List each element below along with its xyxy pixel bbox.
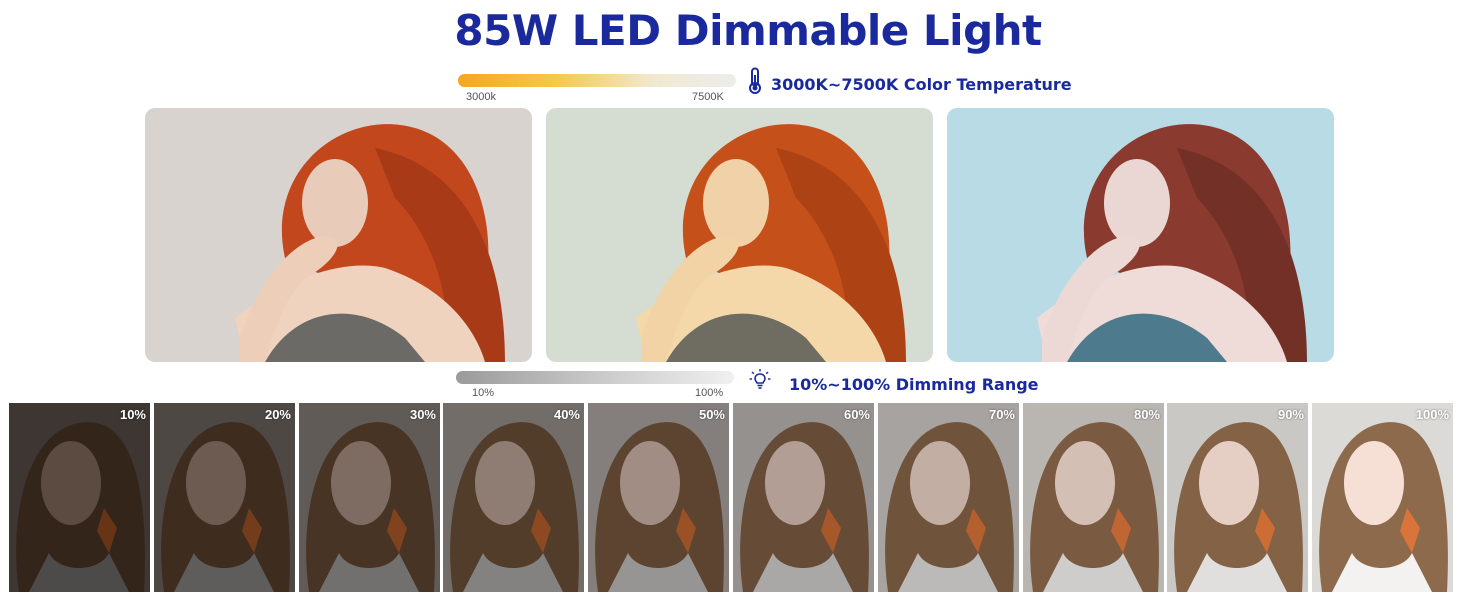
portrait-image-warm <box>145 108 532 362</box>
brightness-thumb-100pct: 100% <box>1312 403 1453 592</box>
brightness-label: 60% <box>843 407 870 422</box>
brightness-thumb-40pct: 40% <box>443 403 584 592</box>
brightness-label: 80% <box>1133 407 1160 422</box>
thermometer-icon <box>749 67 761 94</box>
lightbulb-icon <box>749 369 771 389</box>
dimming-max-label: 100% <box>695 387 724 399</box>
brightness-label: 20% <box>264 407 291 422</box>
brightness-thumb-60pct: 60% <box>733 403 874 592</box>
brightness-thumb-10pct: 10% <box>9 403 150 592</box>
portrait-panel-warm <box>145 108 532 362</box>
portrait-thumb-image <box>9 403 150 592</box>
brightness-thumb-80pct: 80% <box>1023 403 1164 592</box>
portrait-panel-cool <box>947 108 1334 362</box>
portrait-thumb-image <box>1023 403 1164 592</box>
portrait-thumb-image <box>878 403 1019 592</box>
portrait-thumb-image <box>588 403 729 592</box>
portrait-image-cool <box>947 108 1334 362</box>
brightness-thumb-70pct: 70% <box>878 403 1019 592</box>
color-temperature-label: 3000K~7500K Color Temperature <box>771 75 1072 94</box>
dimming-range-label: 10%~100% Dimming Range <box>789 375 1039 394</box>
portrait-panel-neutral <box>546 108 933 362</box>
brightness-label: 100% <box>1415 407 1449 422</box>
color-temperature-gradient-bar <box>458 74 736 87</box>
brightness-label: 30% <box>409 407 436 422</box>
dimming-min-label: 10% <box>472 387 495 399</box>
portrait-thumb-image <box>299 403 440 592</box>
temperature-min-label: 3000k <box>466 91 496 103</box>
dimming-gradient-bar <box>456 371 734 384</box>
portrait-image-neutral <box>546 108 933 362</box>
brightness-thumb-90pct: 90% <box>1167 403 1308 592</box>
portrait-thumb-image <box>733 403 874 592</box>
portrait-thumb-image <box>154 403 295 592</box>
page-title: 85W LED Dimmable Light <box>454 6 1042 55</box>
brightness-thumb-50pct: 50% <box>588 403 729 592</box>
portrait-thumb-image <box>1167 403 1308 592</box>
brightness-label: 90% <box>1277 407 1304 422</box>
temperature-max-label: 7500K <box>692 91 724 103</box>
brightness-label: 40% <box>553 407 580 422</box>
brightness-label: 70% <box>988 407 1015 422</box>
brightness-label: 50% <box>698 407 725 422</box>
brightness-label: 10% <box>119 407 146 422</box>
portrait-thumb-image <box>443 403 584 592</box>
portrait-thumb-image <box>1312 403 1453 592</box>
brightness-thumb-20pct: 20% <box>154 403 295 592</box>
brightness-thumb-30pct: 30% <box>299 403 440 592</box>
